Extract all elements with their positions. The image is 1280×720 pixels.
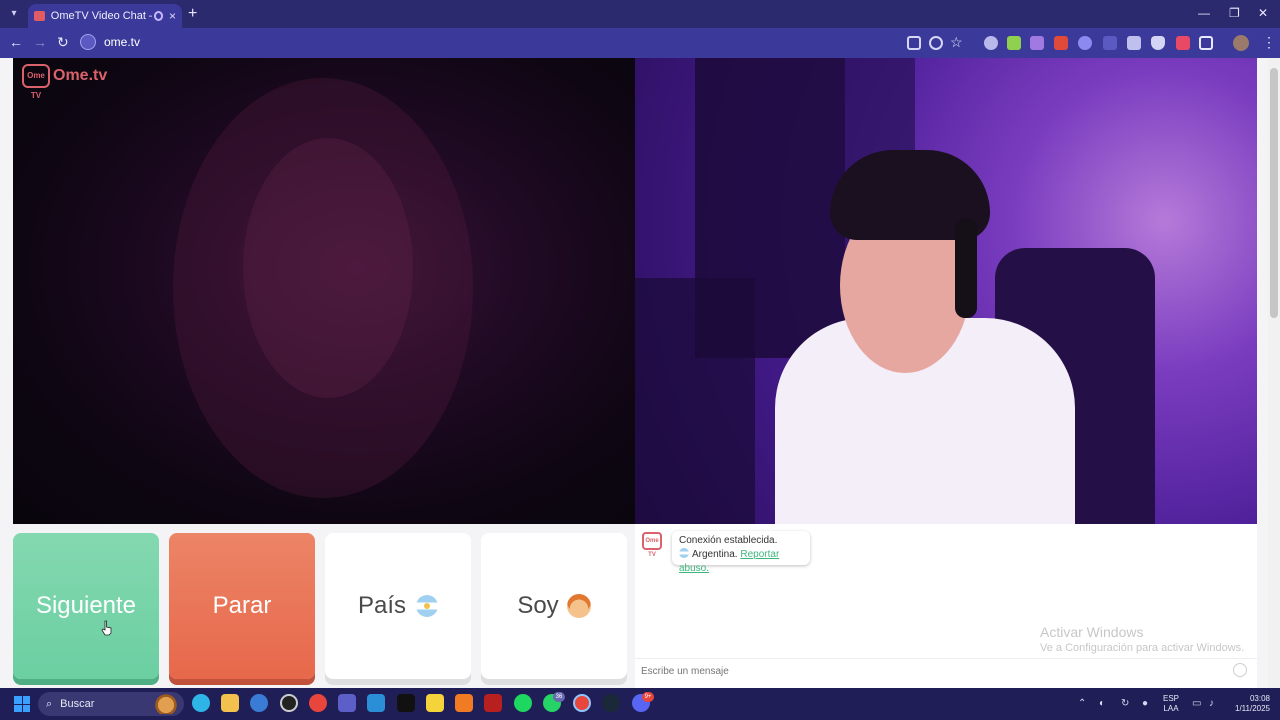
tray-app-icon[interactable]: ◐ [1099, 698, 1105, 709]
new-tab-button[interactable]: + [188, 5, 197, 23]
argentina-flag-icon [416, 595, 439, 617]
scrollbar-thumb[interactable] [1270, 68, 1278, 318]
activate-windows-title: Activar Windows [1040, 624, 1144, 640]
stop-button[interactable]: Parar [169, 533, 315, 679]
emoji-icon[interactable] [1233, 663, 1247, 677]
file-explorer-icon[interactable] [221, 694, 239, 712]
whatsapp-badge: 36 [553, 692, 565, 702]
connection-status: Conexión establecida. [679, 535, 778, 546]
ometv-page: Ome TV Ome.tv Siguiente Parar País Soy O… [0, 58, 1280, 688]
back-icon[interactable]: ← [9, 34, 23, 50]
display-icon[interactable]: ▭ [1192, 698, 1201, 709]
windows-taskbar: ⌕ Buscar 36 9+ ⌃ ◐ ↻ ● ESP LAA ▭ ♪ 03:08… [0, 688, 1280, 720]
teams-icon[interactable] [338, 694, 356, 712]
partner-country-line: Argentina. Reportar abuso. [679, 548, 803, 576]
sync-icon[interactable]: ↻ [1121, 698, 1129, 709]
cast-icon[interactable] [907, 36, 921, 50]
forward-icon[interactable]: → [33, 34, 47, 50]
discord-badge: 9+ [642, 692, 654, 702]
ometv-favicon-icon [34, 11, 45, 21]
browser-menu-icon[interactable]: ⋮ [1262, 34, 1276, 51]
layout-code: LAA [1163, 704, 1179, 713]
tab-search-icon[interactable]: ▾ [6, 6, 22, 22]
tab-title: OmeTV Video Chat — Ome [50, 10, 152, 22]
tray-chevron-icon[interactable]: ⌃ [1078, 698, 1086, 709]
microphone-icon[interactable]: ● [1142, 698, 1148, 709]
volume-icon[interactable]: ♪ [1209, 698, 1214, 709]
profile-avatar[interactable] [1233, 35, 1249, 51]
search-highlight-icon [152, 694, 180, 714]
app-icon[interactable] [250, 694, 268, 712]
extension-2-icon[interactable] [1007, 36, 1021, 50]
recording-indicator-icon [153, 11, 163, 21]
active-tab[interactable]: OmeTV Video Chat — Ome × [28, 4, 182, 28]
browser-tab-strip: ▾ OmeTV Video Chat — Ome × + — ❐ ✕ [0, 0, 1280, 28]
search-label: Buscar [60, 698, 95, 710]
reload-icon[interactable]: ↻ [57, 34, 69, 51]
system-message: Conexión establecida. Argentina. Reporta… [672, 531, 810, 574]
partner-country: Argentina. [692, 549, 738, 560]
filezilla-icon[interactable] [484, 694, 502, 712]
obs-icon[interactable] [280, 694, 298, 712]
extension-5-icon[interactable] [1078, 36, 1092, 50]
language-indicator[interactable]: ESP LAA [1163, 694, 1179, 714]
search-icon: ⌕ [46, 697, 53, 710]
gender-button[interactable]: Soy [481, 533, 627, 679]
message-input[interactable] [641, 660, 1221, 682]
logo-tv-icon: Ome TV [22, 64, 50, 100]
left-shadow [635, 278, 755, 524]
edge-icon[interactable] [192, 694, 210, 712]
extension-6-icon[interactable] [1103, 36, 1117, 50]
address-bar[interactable]: ome.tv [80, 32, 980, 52]
site-info-icon[interactable] [80, 34, 96, 50]
remote-video: Ome TV Ome.tv [13, 58, 635, 524]
hand-cursor-icon [101, 620, 112, 636]
logo-text: Ome.tv [53, 67, 108, 84]
country-label: País [357, 592, 407, 619]
minimize-icon[interactable]: — [1198, 6, 1210, 20]
extension-9-icon[interactable] [1176, 36, 1190, 50]
extension-4-icon[interactable] [1054, 36, 1068, 50]
vscode-icon[interactable] [367, 694, 385, 712]
xampp-icon[interactable] [455, 694, 473, 712]
local-video [635, 58, 1257, 524]
chat-panel: Ome TV Conexión establecida. Argentina. … [635, 524, 1257, 688]
headphones-icon [955, 218, 977, 318]
language-code: ESP [1163, 694, 1180, 703]
ometv-logo[interactable]: Ome TV Ome.tv [22, 64, 108, 100]
chat-logo-icon: Ome TV [642, 532, 662, 558]
windows-start-icon[interactable] [14, 696, 30, 712]
activate-windows-subtitle: Ve a Configuración para activar Windows. [1040, 642, 1245, 654]
extension-1-icon[interactable] [984, 36, 998, 50]
boy-emoji-icon [566, 594, 591, 618]
close-tab-icon[interactable]: × [169, 9, 176, 23]
spotify-icon[interactable] [514, 694, 532, 712]
extension-3-icon[interactable] [1030, 36, 1044, 50]
url-text: ome.tv [104, 35, 141, 49]
chrome-icon[interactable] [309, 694, 327, 712]
zoom-icon[interactable] [929, 36, 943, 50]
notion-icon[interactable] [397, 694, 415, 712]
remote-face-highlight [243, 138, 413, 398]
chrome-active-icon[interactable] [573, 694, 591, 712]
gender-label: Soy [517, 592, 559, 619]
extension-8-icon[interactable] [1151, 36, 1165, 50]
divider [635, 658, 1257, 659]
next-button[interactable]: Siguiente [13, 533, 159, 679]
country-button[interactable]: País [325, 533, 471, 679]
extensions-puzzle-icon[interactable] [1199, 36, 1213, 50]
clock-date: 1/11/2025 [1235, 704, 1270, 713]
steam-icon[interactable] [602, 694, 620, 712]
taskbar-search[interactable]: ⌕ Buscar [38, 692, 184, 716]
system-clock[interactable]: 03:08 1/11/2025 [1226, 694, 1270, 714]
sticky-notes-icon[interactable] [426, 694, 444, 712]
restore-icon[interactable]: ❐ [1229, 6, 1240, 20]
clock-time: 03:08 [1249, 694, 1270, 703]
close-window-icon[interactable]: ✕ [1258, 6, 1268, 20]
bookmark-star-icon[interactable]: ☆ [950, 34, 963, 51]
extension-7-icon[interactable] [1127, 36, 1141, 50]
argentina-flag-icon [679, 548, 689, 558]
